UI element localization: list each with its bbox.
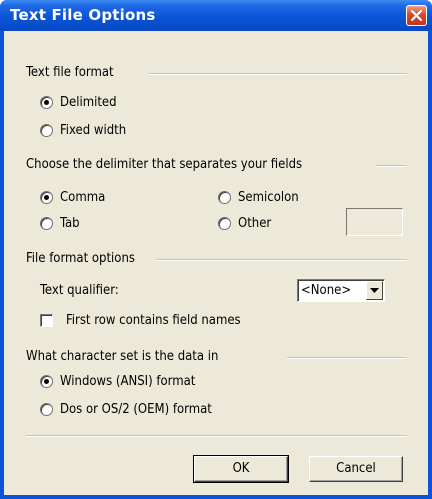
close-icon	[411, 10, 422, 21]
character-set-label: What character set is the data in	[26, 349, 219, 364]
radio-dos-oem-label[interactable]: Dos or OS/2 (OEM) format	[60, 402, 212, 418]
radio-semicolon-label[interactable]: Semicolon	[238, 190, 299, 206]
text-qualifier-select[interactable]: <None>	[297, 279, 385, 302]
dialog-body: Text file format Delimited Fixed width C…	[4, 31, 428, 495]
file-format-options-label: File format options	[26, 251, 135, 266]
radio-comma[interactable]	[40, 191, 53, 204]
ok-button[interactable]: OK	[193, 455, 289, 483]
radio-other-label[interactable]: Other	[238, 216, 271, 232]
radio-windows-ansi-label[interactable]: Windows (ANSI) format	[60, 374, 195, 390]
radio-other[interactable]	[218, 217, 231, 230]
radio-fixed-width-label[interactable]: Fixed width	[60, 123, 126, 139]
close-button[interactable]	[406, 5, 427, 26]
radio-semicolon[interactable]	[218, 191, 231, 204]
other-delimiter-field[interactable]	[346, 208, 403, 236]
first-row-checkbox[interactable]	[40, 314, 53, 327]
window-title: Text File Options	[10, 6, 156, 24]
radio-dos-oem[interactable]	[40, 403, 53, 416]
dialog-window: Text File Options Text file format Delim…	[0, 0, 432, 499]
button-separator	[26, 435, 407, 437]
text-file-format-label: Text file format	[26, 65, 114, 80]
cancel-button[interactable]: Cancel	[309, 456, 403, 482]
group-divider	[157, 259, 407, 261]
delimiter-group-label: Choose the delimiter that separates your…	[26, 157, 303, 172]
group-divider	[149, 73, 407, 75]
group-divider	[287, 357, 407, 359]
text-qualifier-label: Text qualifier:	[40, 283, 119, 298]
radio-fixed-width[interactable]	[40, 124, 53, 137]
radio-selected-dot	[44, 195, 49, 200]
radio-tab-label[interactable]: Tab	[60, 216, 80, 232]
group-divider	[376, 165, 407, 167]
radio-windows-ansi[interactable]	[40, 375, 53, 388]
radio-selected-dot	[44, 100, 49, 105]
radio-selected-dot	[44, 379, 49, 384]
radio-comma-label[interactable]: Comma	[60, 190, 105, 206]
dropdown-button[interactable]	[366, 281, 383, 300]
radio-delimited[interactable]	[40, 96, 53, 109]
radio-delimited-label[interactable]: Delimited	[60, 95, 117, 111]
text-qualifier-value: <None>	[301, 283, 352, 298]
radio-tab[interactable]	[40, 217, 53, 230]
chevron-down-icon	[370, 288, 379, 293]
first-row-checkbox-label[interactable]: First row contains field names	[66, 313, 241, 329]
title-bar[interactable]: Text File Options	[0, 0, 432, 31]
